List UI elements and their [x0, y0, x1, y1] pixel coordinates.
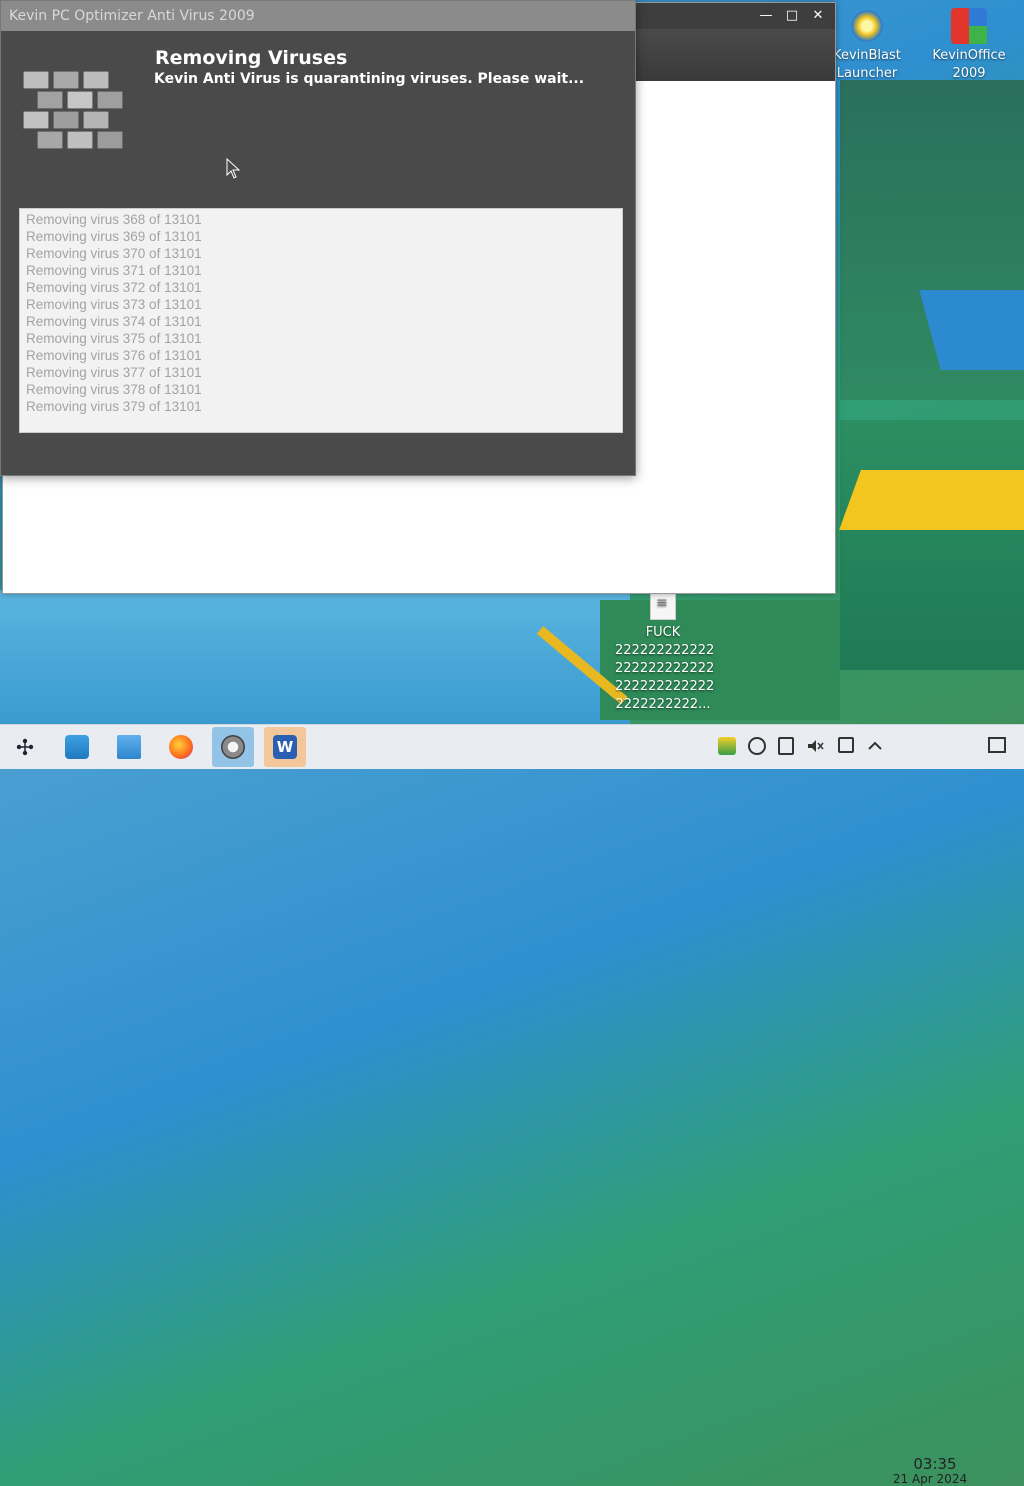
log-line: Removing virus 375 of 13101: [26, 331, 202, 346]
desktop-bg-shape: [840, 420, 1024, 670]
store-icon: [65, 735, 89, 759]
taskbar-files[interactable]: [108, 727, 150, 767]
desktop-icon-textfile[interactable]: FUCK 222222222222 222222222222 222222222…: [615, 592, 715, 714]
clipboard-icon[interactable]: [778, 737, 794, 755]
log-line: Removing virus 368 of 13101: [26, 212, 202, 227]
log-line: Removing virus 370 of 13101: [26, 246, 202, 261]
log-line: Removing virus 377 of 13101: [26, 365, 202, 380]
log-line: Removing virus 371 of 13101: [26, 263, 202, 278]
clock-time[interactable]: 03:35: [905, 1455, 965, 1473]
word-icon: W: [273, 735, 297, 759]
log-line: Removing virus 369 of 13101: [26, 229, 202, 244]
kevinoffice-icon: [951, 8, 987, 44]
mouse-cursor-icon: [226, 158, 241, 179]
application-launcher-button[interactable]: [4, 727, 46, 767]
taskbar-firefox[interactable]: [160, 727, 202, 767]
desktop-file-line: 222222222222: [615, 679, 715, 694]
taskbar-store[interactable]: [56, 727, 98, 767]
taskbar-word[interactable]: W: [264, 727, 306, 767]
virus-log-list[interactable]: Removing virus 368 of 13101 Removing vir…: [19, 208, 623, 433]
minimize-icon[interactable]: [653, 7, 667, 21]
taskbar-antivirus-app[interactable]: [212, 727, 254, 767]
log-line: Removing virus 372 of 13101: [26, 280, 202, 295]
files-icon: [117, 735, 141, 759]
antivirus-window[interactable]: Kevin PC Optimizer Anti Virus 2009 Remov…: [0, 0, 636, 476]
desktop-file-line: 2222222222...: [615, 697, 711, 712]
desktop-file-line: 222222222222: [615, 643, 715, 658]
minimize-button[interactable]: —: [757, 7, 775, 25]
launcher-icon: [16, 738, 34, 756]
desktop-icon-label: KevinOffice 2009: [932, 48, 1006, 81]
text-file-icon: [650, 592, 676, 620]
desktop-bg-shape: [839, 470, 1024, 530]
status-message: Kevin Anti Virus is quarantining viruses…: [154, 71, 585, 87]
network-icon[interactable]: [748, 737, 766, 755]
clock-date[interactable]: 21 Apr 2024: [890, 1472, 970, 1486]
taskbar: W 03:35 21 Apr 2024: [0, 724, 1024, 1486]
show-desktop-icon[interactable]: [988, 737, 1006, 753]
chevron-up-icon[interactable]: [866, 737, 884, 755]
speedometer-icon: [221, 735, 245, 759]
window-title[interactable]: Kevin PC Optimizer Anti Virus 2009: [1, 1, 635, 31]
kevin-tray-icon[interactable]: [718, 737, 736, 755]
log-line: Removing virus 374 of 13101: [26, 314, 202, 329]
desktop-icon-kevinoffice[interactable]: KevinOffice 2009: [921, 4, 1017, 83]
log-line: Removing virus 379 of 13101: [26, 399, 202, 414]
desktop-file-line: 222222222222: [615, 661, 715, 676]
kevinblast-icon: [849, 8, 885, 44]
volume-muted-icon[interactable]: [806, 737, 824, 755]
firefox-icon: [169, 735, 193, 759]
log-line: Removing virus 376 of 13101: [26, 348, 202, 363]
desktop-file-line: FUCK: [645, 625, 681, 640]
desktop-bg-shape: [0, 590, 630, 725]
log-line: Removing virus 373 of 13101: [26, 297, 202, 312]
firewall-icon: [22, 70, 124, 150]
log-line: Removing virus 378 of 13101: [26, 382, 202, 397]
maximize-button[interactable]: □: [783, 7, 801, 25]
close-button[interactable]: ✕: [809, 7, 827, 25]
updates-icon[interactable]: [838, 737, 854, 753]
page-title: Removing Viruses: [155, 47, 348, 69]
